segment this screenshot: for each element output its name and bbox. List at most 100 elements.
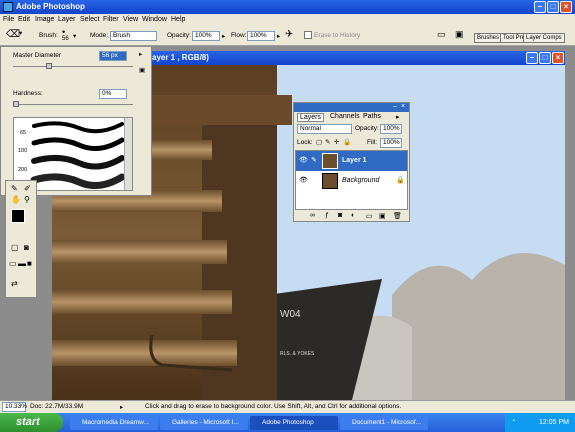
tab-layer-comps[interactable]: Layer Comps: [523, 33, 565, 43]
task-photoshop[interactable]: Adobe Photoshop: [250, 416, 338, 430]
menu-select[interactable]: Select: [80, 16, 99, 23]
panel-menu-icon[interactable]: ▸: [139, 50, 142, 58]
flow-arrow-icon[interactable]: ▸: [277, 32, 280, 40]
close-button[interactable]: ×: [560, 1, 572, 13]
document-title: ayer 1 , RGB/8): [152, 53, 209, 62]
menu-edit[interactable]: Edit: [18, 16, 30, 23]
hardness-slider[interactable]: [13, 104, 133, 105]
maximize-button[interactable]: □: [547, 1, 559, 13]
lock-transparency-icon[interactable]: ▢: [316, 138, 322, 146]
layer-style-icon[interactable]: ƒ: [325, 212, 329, 219]
screen-mode-standard-icon[interactable]: ▭: [9, 259, 17, 268]
flow-field[interactable]: 100%: [247, 31, 275, 41]
opacity-label: Opacity:: [167, 32, 191, 39]
master-diameter-label: Master Diameter: [13, 52, 62, 59]
link-layers-icon[interactable]: ∞: [310, 212, 315, 219]
hardness-slider-thumb[interactable]: [13, 101, 19, 107]
taskbar: start Macromedia Dreamw... Galleries - M…: [0, 413, 575, 432]
diameter-slider-thumb[interactable]: [46, 63, 52, 69]
foreground-color-swatch[interactable]: [11, 209, 25, 223]
brush-list-scrollbar[interactable]: [124, 118, 132, 190]
menu-filter[interactable]: Filter: [103, 16, 119, 23]
mode-select[interactable]: Brush: [110, 31, 157, 41]
tray-icon[interactable]: ◔: [511, 418, 515, 425]
task-word[interactable]: Document1 - Microsof...: [340, 416, 428, 430]
task-dreamweaver[interactable]: Macromedia Dreamw...: [70, 416, 158, 430]
doc-close-button[interactable]: ×: [552, 52, 564, 64]
save-brush-icon[interactable]: ▣: [139, 66, 145, 74]
lock-image-icon[interactable]: ✎: [325, 138, 330, 146]
options-bar: ⌫ ▾ Brush: • 56 ▾ Mode: Brush Opacity: 1…: [0, 26, 575, 46]
menu-bar: File Edit Image Layer Select Filter View…: [0, 14, 575, 26]
blend-mode-select[interactable]: Normal: [297, 124, 352, 134]
note-tool-icon[interactable]: ✐: [24, 184, 31, 193]
visibility-eye-icon[interactable]: 👁: [299, 176, 308, 184]
menu-view[interactable]: View: [123, 16, 138, 23]
airbrush-icon[interactable]: ✈: [285, 29, 293, 40]
brush-picker-arrow-icon[interactable]: ▾: [73, 32, 76, 40]
panel-minimize-icon[interactable]: –: [393, 103, 397, 110]
lock-all-icon[interactable]: 🔒: [343, 138, 351, 146]
pen-tool-icon[interactable]: ✎: [11, 184, 18, 193]
panel-close-icon[interactable]: ×: [401, 103, 405, 110]
brush-link-icon[interactable]: ✎: [311, 156, 317, 164]
layer-row-layer-1[interactable]: 👁 ✎ Layer 1: [296, 151, 407, 171]
diameter-slider[interactable]: [13, 66, 133, 67]
tab-channels[interactable]: Channels: [328, 113, 362, 120]
preset-size: 100: [18, 148, 28, 154]
doc-maximize-button[interactable]: □: [539, 52, 551, 64]
menu-window[interactable]: Window: [142, 16, 167, 23]
menu-file[interactable]: File: [3, 16, 14, 23]
clock: 12:05 PM: [539, 419, 569, 426]
screen-mode-full-icon[interactable]: ■: [27, 259, 32, 268]
tab-layers[interactable]: Layers: [297, 113, 325, 122]
delete-layer-icon[interactable]: 🗑: [393, 212, 402, 220]
menu-image[interactable]: Image: [35, 16, 54, 23]
new-layer-icon[interactable]: ▣: [379, 212, 386, 220]
jump-to-imageready-icon[interactable]: ⇄: [11, 279, 18, 288]
layer-mask-icon[interactable]: ◙: [338, 212, 342, 219]
new-group-icon[interactable]: ▭: [366, 212, 373, 220]
palette-well-icon[interactable]: ▣: [455, 29, 464, 40]
layer-opacity-field[interactable]: 100%: [380, 124, 402, 134]
tab-paths[interactable]: Paths: [361, 113, 383, 120]
start-button[interactable]: start: [0, 413, 63, 432]
hopper-stencil-number: W04: [280, 309, 301, 320]
layers-panel-titlebar[interactable]: – ×: [294, 103, 409, 112]
status-arrow-icon[interactable]: ▸: [120, 403, 123, 411]
screen-mode-full-menu-icon[interactable]: ▬: [18, 259, 26, 268]
status-bar: 10.33% Doc: 22.7M/33.9M ▸ Click and drag…: [0, 400, 575, 413]
master-diameter-field[interactable]: 56 px: [99, 51, 127, 61]
minimize-button[interactable]: –: [534, 1, 546, 13]
zoom-tool-icon[interactable]: ⚲: [24, 195, 30, 204]
file-browser-icon[interactable]: ▭: [437, 29, 446, 40]
adjustment-layer-icon[interactable]: ◐: [351, 212, 355, 219]
visibility-eye-icon[interactable]: 👁: [299, 156, 308, 164]
opacity-field[interactable]: 100%: [192, 31, 220, 41]
tab-brushes[interactable]: Brushes: [474, 33, 503, 43]
menu-layer[interactable]: Layer: [58, 16, 76, 23]
fill-field[interactable]: 100%: [380, 138, 402, 148]
system-tray: ◔ 12:05 PM: [505, 413, 575, 432]
lock-position-icon[interactable]: ✛: [334, 138, 339, 146]
layer-row-background[interactable]: 👁 Background 🔒: [296, 171, 407, 191]
zoom-field[interactable]: 10.33%: [2, 402, 27, 412]
standard-mode-icon[interactable]: ▢: [11, 243, 19, 252]
doc-minimize-button[interactable]: –: [526, 52, 538, 64]
layer-name[interactable]: Background: [342, 177, 379, 184]
layer-name[interactable]: Layer 1: [342, 157, 367, 164]
layers-list: 👁 ✎ Layer 1 👁 Background 🔒: [295, 150, 408, 210]
hand-tool-icon[interactable]: ✋: [11, 195, 21, 204]
brush-size: 56: [62, 36, 69, 42]
tool-preset-arrow-icon[interactable]: ▾: [19, 29, 22, 37]
hardness-field[interactable]: 0%: [99, 89, 127, 99]
layers-menu-icon[interactable]: ▸: [396, 113, 400, 121]
app-titlebar: Adobe Photoshop – □ ×: [0, 0, 575, 14]
quick-mask-icon[interactable]: ◙: [24, 243, 29, 252]
task-internet-explorer[interactable]: Galleries - Microsoft I...: [160, 416, 248, 430]
fill-label: Fill:: [367, 139, 378, 146]
menu-help[interactable]: Help: [171, 16, 185, 23]
preset-size: 200: [18, 167, 28, 173]
erase-history-checkbox[interactable]: [304, 31, 312, 39]
opacity-arrow-icon[interactable]: ▸: [222, 32, 225, 40]
